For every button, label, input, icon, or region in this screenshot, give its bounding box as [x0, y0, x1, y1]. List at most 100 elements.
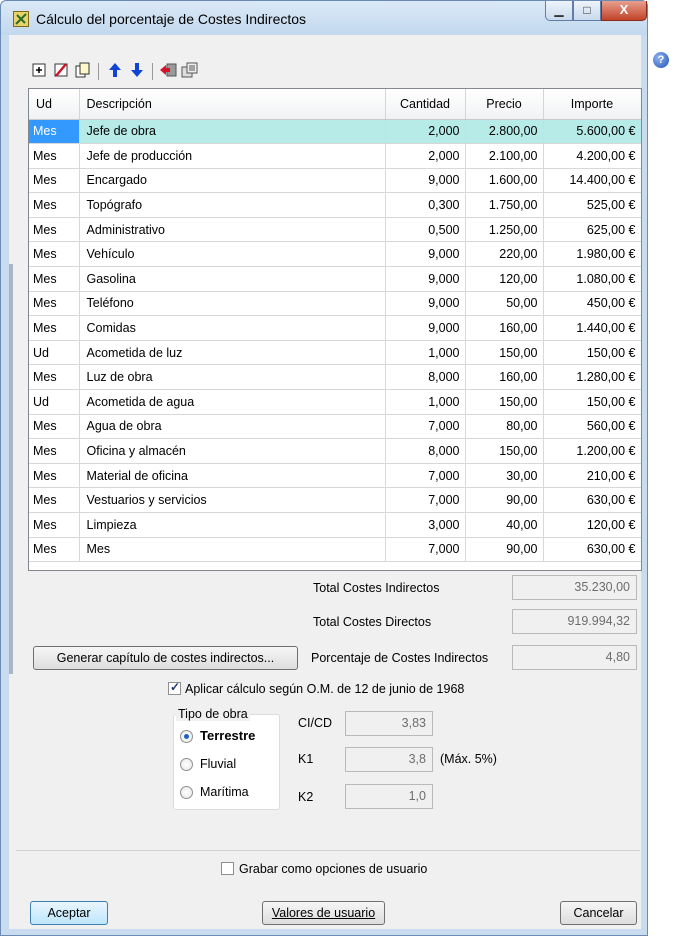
- table-row[interactable]: Ud Acometida de agua 1,000 150,00 150,00…: [29, 389, 641, 415]
- cell-cantidad[interactable]: 9,000: [385, 266, 466, 292]
- radio-fluvial-label[interactable]: Fluvial: [200, 757, 236, 771]
- cell-descripcion[interactable]: Mes: [79, 537, 386, 563]
- cancel-button[interactable]: Cancelar: [560, 901, 637, 925]
- table-row[interactable]: Mes Vestuarios y servicios 7,000 90,00 6…: [29, 487, 641, 513]
- cell-precio[interactable]: 90,00: [465, 537, 544, 563]
- radio-maritima[interactable]: [180, 786, 193, 799]
- radio-terrestre[interactable]: [180, 730, 193, 743]
- cell-ud[interactable]: Mes: [29, 364, 80, 391]
- move-down-icon[interactable]: [128, 62, 146, 80]
- accept-button[interactable]: Aceptar: [30, 901, 108, 925]
- cell-cantidad[interactable]: 9,000: [385, 241, 466, 268]
- om-checkbox[interactable]: ✓: [168, 680, 181, 695]
- cell-ud[interactable]: Mes: [29, 537, 80, 563]
- cell-descripcion[interactable]: Vehículo: [79, 241, 386, 268]
- table-row[interactable]: Mes Limpieza 3,000 40,00 120,00 €: [29, 512, 641, 538]
- cell-cantidad[interactable]: 9,000: [385, 291, 466, 317]
- cell-ud[interactable]: Mes: [29, 414, 80, 440]
- header-precio[interactable]: Precio: [465, 89, 544, 120]
- cell-precio[interactable]: 40,00: [465, 512, 544, 538]
- table-row[interactable]: Mes Mes 7,000 90,00 630,00 €: [29, 537, 641, 563]
- cell-descripcion[interactable]: Comidas: [79, 315, 386, 341]
- cell-cantidad[interactable]: 8,000: [385, 438, 466, 464]
- cell-cantidad[interactable]: 7,000: [385, 414, 466, 440]
- cell-descripcion[interactable]: Acometida de agua: [79, 389, 386, 415]
- minimize-button[interactable]: ▁: [545, 1, 573, 21]
- help-icon[interactable]: ?: [653, 52, 669, 68]
- table-row[interactable]: Mes Comidas 9,000 160,00 1.440,00 €: [29, 315, 641, 341]
- cell-cantidad[interactable]: 2,000: [385, 119, 466, 145]
- cell-precio[interactable]: 160,00: [465, 315, 544, 341]
- table-row[interactable]: Mes Agua de obra 7,000 80,00 560,00 €: [29, 414, 641, 440]
- table-row[interactable]: Mes Oficina y almacén 8,000 150,00 1.200…: [29, 438, 641, 464]
- cell-descripcion[interactable]: Acometida de luz: [79, 340, 386, 366]
- header-cantidad[interactable]: Cantidad: [385, 89, 466, 120]
- cell-precio[interactable]: 50,00: [465, 291, 544, 317]
- save-user-options-label[interactable]: Grabar como opciones de usuario: [239, 862, 427, 876]
- table-row[interactable]: Mes Topógrafo 0,300 1.750,00 525,00 €: [29, 192, 641, 218]
- cell-precio[interactable]: 2.800,00: [465, 119, 544, 145]
- header-descripcion[interactable]: Descripción: [79, 89, 386, 120]
- header-importe[interactable]: Importe: [543, 89, 641, 120]
- cell-ud[interactable]: Mes: [29, 438, 80, 464]
- cell-cantidad[interactable]: 0,300: [385, 192, 466, 218]
- cell-ud[interactable]: Mes: [29, 192, 80, 218]
- cell-ud[interactable]: Mes: [29, 266, 80, 292]
- cell-cantidad[interactable]: 7,000: [385, 463, 466, 489]
- cell-cantidad[interactable]: 7,000: [385, 487, 466, 513]
- cell-ud[interactable]: Mes: [29, 463, 80, 489]
- cell-ud[interactable]: Mes: [29, 168, 80, 194]
- cell-ud[interactable]: Ud: [29, 389, 80, 415]
- cell-precio[interactable]: 1.600,00: [465, 168, 544, 194]
- cell-descripcion[interactable]: Luz de obra: [79, 364, 386, 391]
- cell-ud[interactable]: Mes: [29, 119, 80, 145]
- cell-ud[interactable]: Mes: [29, 487, 80, 513]
- cell-precio[interactable]: 30,00: [465, 463, 544, 489]
- cell-ud[interactable]: Ud: [29, 340, 80, 366]
- cell-descripcion[interactable]: Topógrafo: [79, 192, 386, 218]
- table-row[interactable]: Mes Encargado 9,000 1.600,00 14.400,00 €: [29, 168, 641, 194]
- cell-cantidad[interactable]: 2,000: [385, 143, 466, 169]
- cell-precio[interactable]: 80,00: [465, 414, 544, 440]
- cell-ud[interactable]: Mes: [29, 143, 80, 169]
- table-row[interactable]: Mes Gasolina 9,000 120,00 1.080,00 €: [29, 266, 641, 292]
- costs-table[interactable]: Ud Descripción Cantidad Precio Importe M…: [28, 88, 642, 571]
- cell-cantidad[interactable]: 7,000: [385, 537, 466, 563]
- table-row[interactable]: Mes Jefe de producción 2,000 2.100,00 4.…: [29, 143, 641, 169]
- table-row[interactable]: Mes Luz de obra 8,000 160,00 1.280,00 €: [29, 364, 641, 391]
- cell-precio[interactable]: 150,00: [465, 438, 544, 464]
- cell-descripcion[interactable]: Oficina y almacén: [79, 438, 386, 464]
- table-row[interactable]: Mes Teléfono 9,000 50,00 450,00 €: [29, 291, 641, 317]
- cell-precio[interactable]: 1.250,00: [465, 217, 544, 243]
- delete-row-icon[interactable]: [52, 62, 70, 80]
- table-row[interactable]: Mes Material de oficina 7,000 30,00 210,…: [29, 463, 641, 489]
- cell-ud[interactable]: Mes: [29, 241, 80, 268]
- generate-chapter-button[interactable]: Generar capítulo de costes indirectos...: [33, 646, 298, 670]
- table-row[interactable]: Mes Jefe de obra 2,000 2.800,00 5.600,00…: [29, 119, 641, 145]
- cell-precio[interactable]: 160,00: [465, 364, 544, 391]
- cell-cantidad[interactable]: 3,000: [385, 512, 466, 538]
- insert-row-icon[interactable]: [30, 62, 48, 80]
- save-user-options-checkbox[interactable]: [221, 862, 234, 875]
- om-checkbox-label[interactable]: Aplicar cálculo según O.M. de 12 de juni…: [185, 682, 464, 696]
- maximize-button[interactable]: □: [573, 1, 601, 21]
- title-bar[interactable]: Cálculo del porcentaje de Costes Indirec…: [1, 1, 647, 35]
- cell-descripcion[interactable]: Jefe de producción: [79, 143, 386, 169]
- cell-cantidad[interactable]: 1,000: [385, 340, 466, 366]
- cell-descripcion[interactable]: Administrativo: [79, 217, 386, 243]
- cell-precio[interactable]: 150,00: [465, 389, 544, 415]
- cell-descripcion[interactable]: Jefe de obra: [79, 119, 386, 145]
- cell-precio[interactable]: 120,00: [465, 266, 544, 292]
- cell-precio[interactable]: 1.750,00: [465, 192, 544, 218]
- radio-maritima-label[interactable]: Marítima: [200, 785, 249, 799]
- cell-descripcion[interactable]: Vestuarios y servicios: [79, 487, 386, 513]
- cell-ud[interactable]: Mes: [29, 512, 80, 538]
- radio-fluvial[interactable]: [180, 758, 193, 771]
- close-button[interactable]: X: [601, 1, 647, 21]
- cell-cantidad[interactable]: 0,500: [385, 217, 466, 243]
- copy-pages-icon[interactable]: [181, 62, 199, 80]
- cell-descripcion[interactable]: Material de oficina: [79, 463, 386, 489]
- cell-precio[interactable]: 2.100,00: [465, 143, 544, 169]
- cell-descripcion[interactable]: Agua de obra: [79, 414, 386, 440]
- cell-cantidad[interactable]: 9,000: [385, 315, 466, 341]
